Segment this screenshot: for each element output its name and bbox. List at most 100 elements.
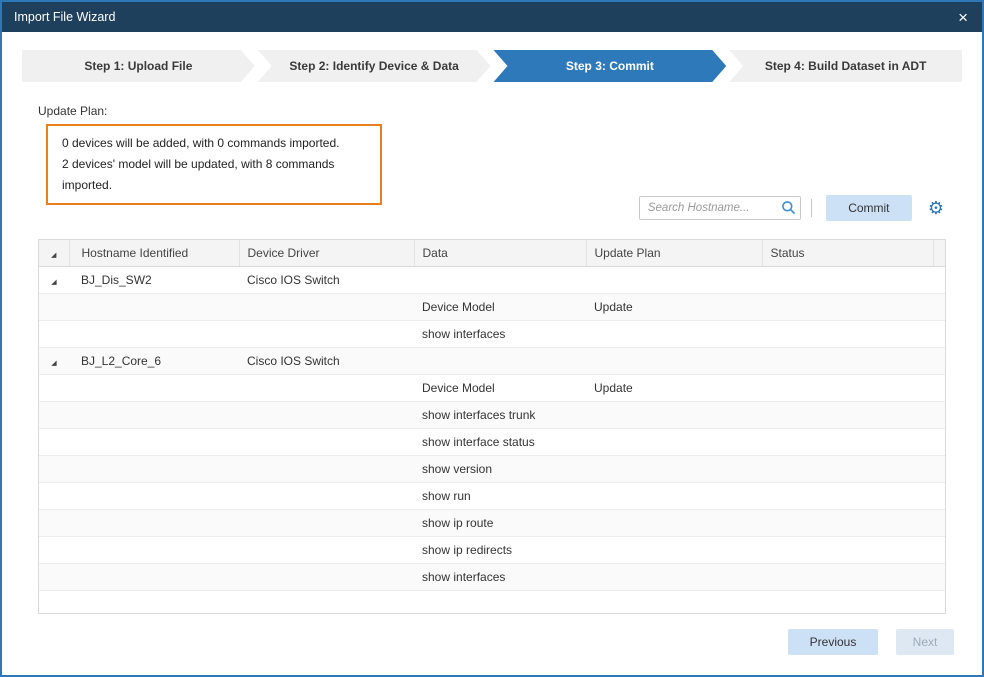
search-icon[interactable] bbox=[781, 200, 796, 220]
data-row[interactable]: show interface status bbox=[39, 428, 945, 455]
hostname-cell bbox=[69, 401, 239, 428]
results-table: ◢ Hostname Identified Device Driver Data… bbox=[38, 239, 946, 614]
row-expand-cell bbox=[39, 374, 69, 401]
data-row[interactable]: show ip redirects bbox=[39, 536, 945, 563]
table-body: ◢BJ_Dis_SW2Cisco IOS SwitchDevice ModelU… bbox=[39, 266, 945, 590]
status-cell bbox=[762, 293, 933, 320]
update-plan-line: 0 devices will be added, with 0 commands… bbox=[62, 133, 366, 154]
data-cell: show interfaces bbox=[414, 563, 586, 590]
previous-button[interactable]: Previous bbox=[788, 629, 878, 655]
table-toolbar: Commit ⚙ bbox=[2, 195, 944, 221]
collapse-all-icon[interactable]: ◢ bbox=[51, 251, 56, 259]
update-plan-cell bbox=[586, 482, 762, 509]
row-gutter-cell bbox=[933, 374, 945, 401]
row-expand-cell bbox=[39, 509, 69, 536]
data-row[interactable]: show interfaces bbox=[39, 563, 945, 590]
device-driver-cell bbox=[239, 563, 414, 590]
column-header-device-driver[interactable]: Device Driver bbox=[239, 240, 414, 266]
row-gutter-cell bbox=[933, 428, 945, 455]
row-gutter-cell bbox=[933, 509, 945, 536]
row-gutter-cell bbox=[933, 563, 945, 590]
status-cell bbox=[762, 482, 933, 509]
status-cell bbox=[762, 347, 933, 374]
update-plan-cell bbox=[586, 347, 762, 374]
data-row[interactable]: Device ModelUpdate bbox=[39, 293, 945, 320]
row-expand-cell bbox=[39, 401, 69, 428]
data-cell: Device Model bbox=[414, 293, 586, 320]
column-header-status[interactable]: Status bbox=[762, 240, 933, 266]
collapse-row-icon[interactable]: ◢ bbox=[51, 278, 56, 286]
data-cell: show ip redirects bbox=[414, 536, 586, 563]
step-3-commit[interactable]: Step 3: Commit bbox=[494, 50, 727, 82]
step-2-identify-device-and-data[interactable]: Step 2: Identify Device & Data bbox=[258, 50, 491, 82]
data-cell: Device Model bbox=[414, 374, 586, 401]
close-icon[interactable]: × bbox=[956, 9, 970, 26]
row-gutter-cell bbox=[933, 482, 945, 509]
update-plan-summary: 0 devices will be added, with 0 commands… bbox=[46, 124, 382, 205]
commit-button[interactable]: Commit bbox=[826, 195, 912, 221]
data-cell bbox=[414, 266, 586, 293]
update-plan-cell bbox=[586, 401, 762, 428]
hostname-cell bbox=[69, 455, 239, 482]
update-plan-cell: Update bbox=[586, 374, 762, 401]
status-cell bbox=[762, 320, 933, 347]
hostname-cell bbox=[69, 482, 239, 509]
device-driver-cell bbox=[239, 401, 414, 428]
step-label: Step 3: Commit bbox=[566, 59, 654, 73]
table-header-row: ◢ Hostname Identified Device Driver Data… bbox=[39, 240, 945, 266]
hostname-cell bbox=[69, 563, 239, 590]
group-row[interactable]: ◢BJ_L2_Core_6Cisco IOS Switch bbox=[39, 347, 945, 374]
status-cell bbox=[762, 509, 933, 536]
row-expand-cell bbox=[39, 428, 69, 455]
data-row[interactable]: Device ModelUpdate bbox=[39, 374, 945, 401]
status-cell bbox=[762, 455, 933, 482]
footer: Previous Next bbox=[2, 629, 982, 675]
gear-icon[interactable]: ⚙ bbox=[928, 199, 944, 217]
data-row[interactable]: show interfaces bbox=[39, 320, 945, 347]
column-header-hostname-identified[interactable]: Hostname Identified bbox=[69, 240, 239, 266]
update-plan-cell bbox=[586, 266, 762, 293]
row-gutter-cell bbox=[933, 455, 945, 482]
step-4-build-dataset-in-adt[interactable]: Step 4: Build Dataset in ADT bbox=[729, 50, 962, 82]
row-gutter-cell bbox=[933, 293, 945, 320]
row-expand-cell: ◢ bbox=[39, 266, 69, 293]
status-cell bbox=[762, 401, 933, 428]
hostname-cell bbox=[69, 428, 239, 455]
device-driver-cell bbox=[239, 428, 414, 455]
step-label: Step 1: Upload File bbox=[84, 59, 192, 73]
row-gutter-cell bbox=[933, 347, 945, 374]
device-driver-cell bbox=[239, 293, 414, 320]
data-cell: show interfaces trunk bbox=[414, 401, 586, 428]
update-plan-label: Update Plan: bbox=[38, 104, 982, 118]
data-row[interactable]: show interfaces trunk bbox=[39, 401, 945, 428]
search-input[interactable] bbox=[639, 196, 801, 220]
row-expand-cell bbox=[39, 320, 69, 347]
import-file-wizard-dialog: Import File Wizard × Step 1: Upload File… bbox=[0, 0, 984, 677]
data-row[interactable]: show ip route bbox=[39, 509, 945, 536]
hostname-cell bbox=[69, 320, 239, 347]
next-button[interactable]: Next bbox=[896, 629, 954, 655]
column-header-data[interactable]: Data bbox=[414, 240, 586, 266]
update-plan-cell bbox=[586, 455, 762, 482]
status-cell bbox=[762, 563, 933, 590]
column-header-update-plan[interactable]: Update Plan bbox=[586, 240, 762, 266]
device-driver-cell bbox=[239, 320, 414, 347]
update-plan-line: 2 devices' model will be updated, with 8… bbox=[62, 154, 366, 196]
data-cell: show interface status bbox=[414, 428, 586, 455]
step-label: Step 4: Build Dataset in ADT bbox=[765, 59, 927, 73]
window-title: Import File Wizard bbox=[14, 10, 115, 24]
update-plan-cell bbox=[586, 320, 762, 347]
update-plan-cell bbox=[586, 428, 762, 455]
row-expand-cell bbox=[39, 293, 69, 320]
status-cell bbox=[762, 374, 933, 401]
group-row[interactable]: ◢BJ_Dis_SW2Cisco IOS Switch bbox=[39, 266, 945, 293]
update-plan-cell bbox=[586, 536, 762, 563]
data-row[interactable]: show version bbox=[39, 455, 945, 482]
step-1-upload-file[interactable]: Step 1: Upload File bbox=[22, 50, 255, 82]
collapse-row-icon[interactable]: ◢ bbox=[51, 359, 56, 367]
header-expand-cell: ◢ bbox=[39, 240, 69, 266]
data-row[interactable]: show run bbox=[39, 482, 945, 509]
hostname-cell: BJ_L2_Core_6 bbox=[69, 347, 239, 374]
device-driver-cell bbox=[239, 374, 414, 401]
hostname-cell bbox=[69, 293, 239, 320]
